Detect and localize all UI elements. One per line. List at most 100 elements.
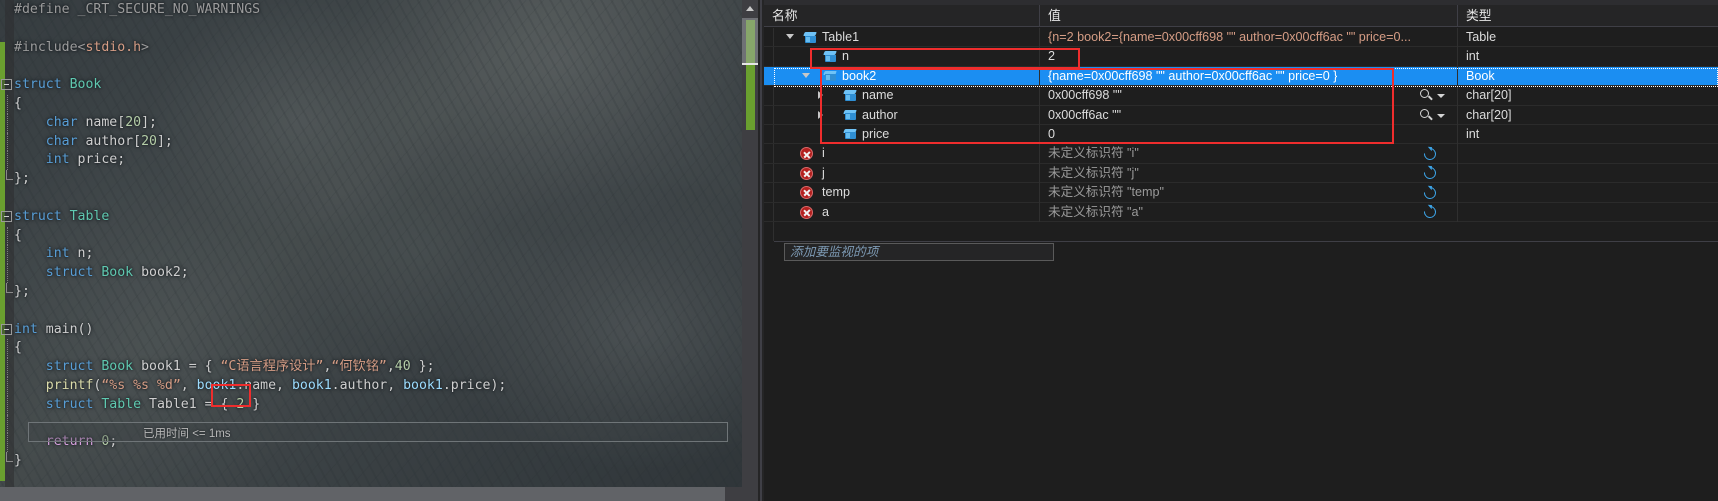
watch-value-label: {n=2 book2={name=0x00cff698 "" author=0x… — [1048, 30, 1411, 44]
watch-type-cell[interactable] — [1458, 144, 1718, 163]
chevron-right-icon[interactable] — [818, 110, 823, 119]
watch-type-cell[interactable]: char[20] — [1458, 106, 1718, 125]
code-editor-pane[interactable]: #define _CRT_SECURE_NO_WARNINGS #include<… — [0, 0, 758, 501]
watch-row[interactable]: i 未定义标识符 "i" — [764, 144, 1718, 164]
watch-value-cell[interactable]: 0x00cff6ac "" — [1040, 105, 1458, 125]
refresh-icon[interactable] — [1421, 203, 1439, 221]
watch-type-cell[interactable] — [1458, 164, 1718, 183]
block-guide-line — [7, 339, 8, 359]
magnifier-icon[interactable] — [1420, 89, 1433, 102]
add-watch-placeholder: 添加要监视的项 — [790, 245, 879, 259]
block-guide-line — [7, 245, 8, 265]
watch-type-cell[interactable]: char[20] — [1458, 86, 1718, 105]
block-guide-line — [7, 113, 8, 133]
watch-name-cell[interactable]: name — [764, 86, 1040, 106]
watch-action-cell — [1400, 28, 1458, 47]
refresh-icon[interactable] — [1421, 164, 1439, 182]
watch-value-cell[interactable]: 未定义标识符 "a" — [1040, 202, 1458, 222]
watch-value-label: 未定义标识符 "j" — [1048, 165, 1139, 180]
cube-icon — [843, 90, 857, 101]
watch-value-cell[interactable]: 0 — [1040, 124, 1458, 145]
scroll-up-arrow-icon[interactable] — [742, 0, 758, 17]
chevron-down-icon[interactable] — [786, 34, 794, 39]
watch-value-cell[interactable]: {name=0x00cff698 "" author=0x00cff6ac ""… — [1040, 66, 1458, 87]
collapse-minus-icon[interactable] — [1, 323, 12, 335]
code-line: char author[20]; — [7, 132, 506, 152]
watch-row[interactable]: temp 未定义标识符 "temp" — [764, 183, 1718, 203]
watch-value-cell[interactable]: 0x00cff698 "" — [1040, 86, 1458, 106]
elapsed-time-adornment — [28, 422, 728, 442]
watch-row[interactable]: author 0x00cff6ac "" char[20] — [764, 105, 1718, 125]
watch-type-label: char[20] — [1466, 88, 1512, 103]
editor-change-bar — [0, 42, 5, 481]
watch-action-cell — [1400, 144, 1458, 163]
watch-name-cell[interactable]: i — [764, 144, 1040, 164]
watch-row[interactable]: j 未定义标识符 "j" — [764, 163, 1718, 184]
chevron-down-icon[interactable] — [1437, 94, 1445, 99]
editor-scroll-thumb[interactable] — [742, 18, 758, 64]
magnifier-icon[interactable] — [1420, 108, 1433, 122]
watch-name-cell[interactable]: n — [764, 47, 1040, 67]
watch-value-label: 未定义标识符 "temp" — [1048, 185, 1165, 200]
watch-value-label: 未定义标识符 "i" — [1048, 146, 1139, 161]
editor-hscroll-thumb[interactable] — [0, 487, 725, 501]
watch-row[interactable]: name 0x00cff698 "" char[20] — [764, 86, 1718, 106]
watch-name-cell[interactable]: book2 — [764, 66, 1040, 87]
collapse-minus-icon[interactable] — [1, 79, 12, 91]
watch-action-cell — [1400, 106, 1458, 125]
column-header-type[interactable]: 类型 — [1458, 5, 1718, 27]
code-line: } — [6, 452, 506, 471]
annotation-box-code-initializer — [211, 384, 251, 407]
watch-value-cell[interactable]: 未定义标识符 "i" — [1040, 144, 1458, 164]
watch-name-cell[interactable]: a — [764, 202, 1040, 222]
watch-name-cell[interactable]: author — [764, 105, 1040, 125]
watch-value-cell[interactable]: {n=2 book2={name=0x00cff698 "" author=0x… — [1040, 28, 1458, 48]
watch-action-cell — [1400, 47, 1458, 66]
watch-name-cell[interactable]: j — [764, 163, 1040, 184]
column-header-value[interactable]: 值 — [1040, 5, 1458, 27]
watch-value-label: 未定义标识符 "a" — [1048, 204, 1144, 219]
watch-type-cell[interactable] — [1458, 203, 1718, 222]
watch-row[interactable]: n 2 int — [764, 47, 1718, 67]
watch-value-cell[interactable]: 2 — [1040, 47, 1458, 67]
code-line: #define _CRT_SECURE_NO_WARNINGS — [14, 2, 261, 17]
watch-name-cell[interactable]: temp — [764, 183, 1040, 203]
chevron-down-icon[interactable] — [802, 72, 810, 78]
block-guide-line — [6, 282, 13, 293]
refresh-icon[interactable] — [1421, 145, 1439, 163]
code-line: printf(“%s %s %d”, book1.name, book1.aut… — [7, 376, 506, 396]
editor-vertical-scrollbar[interactable] — [742, 0, 758, 501]
chevron-right-icon[interactable] — [818, 91, 823, 100]
add-watch-row[interactable]: 添加要监视的项 — [764, 241, 1718, 262]
watch-type-cell[interactable]: Table — [1458, 28, 1718, 47]
block-guide-line — [6, 452, 13, 463]
watch-name-label: author — [862, 107, 898, 122]
watch-type-cell[interactable]: Book — [1458, 67, 1718, 86]
watch-window[interactable]: 名称 值 类型 Table1 {n=2 book2={name=0x00cff69… — [764, 0, 1718, 501]
watch-type-cell[interactable]: int — [1458, 125, 1718, 144]
collapse-minus-icon[interactable] — [1, 210, 12, 222]
block-guide-line — [7, 132, 8, 152]
watch-type-cell[interactable] — [1458, 183, 1718, 202]
watch-name-cell[interactable]: price — [764, 124, 1040, 145]
watch-name-label: name — [862, 88, 894, 103]
watch-row[interactable]: Table1 {n=2 book2={name=0x00cff698 "" aut… — [764, 28, 1718, 48]
refresh-icon[interactable] — [1421, 184, 1439, 202]
watch-row[interactable]: price 0 int — [764, 124, 1718, 145]
watch-value-cell[interactable]: 未定义标识符 "temp" — [1040, 183, 1458, 203]
watch-row[interactable]: book2 {name=0x00cff698 "" author=0x00cff6… — [764, 66, 1718, 87]
chevron-down-icon[interactable] — [1437, 113, 1445, 118]
watch-row[interactable]: a 未定义标识符 "a" — [764, 202, 1718, 222]
watch-name-cell[interactable]: Table1 — [764, 28, 1040, 48]
column-header-name[interactable]: 名称 — [764, 5, 1040, 27]
watch-type-cell[interactable]: int — [1458, 47, 1718, 66]
watch-value-cell[interactable]: 未定义标识符 "j" — [1040, 163, 1458, 184]
block-guide-line — [7, 151, 8, 171]
code-text[interactable]: #define _CRT_SECURE_NO_WARNINGS #include<… — [1, 1, 506, 471]
error-x-icon — [800, 147, 813, 161]
watch-rows-container[interactable]: Table1 {n=2 book2={name=0x00cff698 "" aut… — [764, 28, 1718, 241]
editor-horizontal-scrollbar[interactable] — [0, 487, 742, 501]
